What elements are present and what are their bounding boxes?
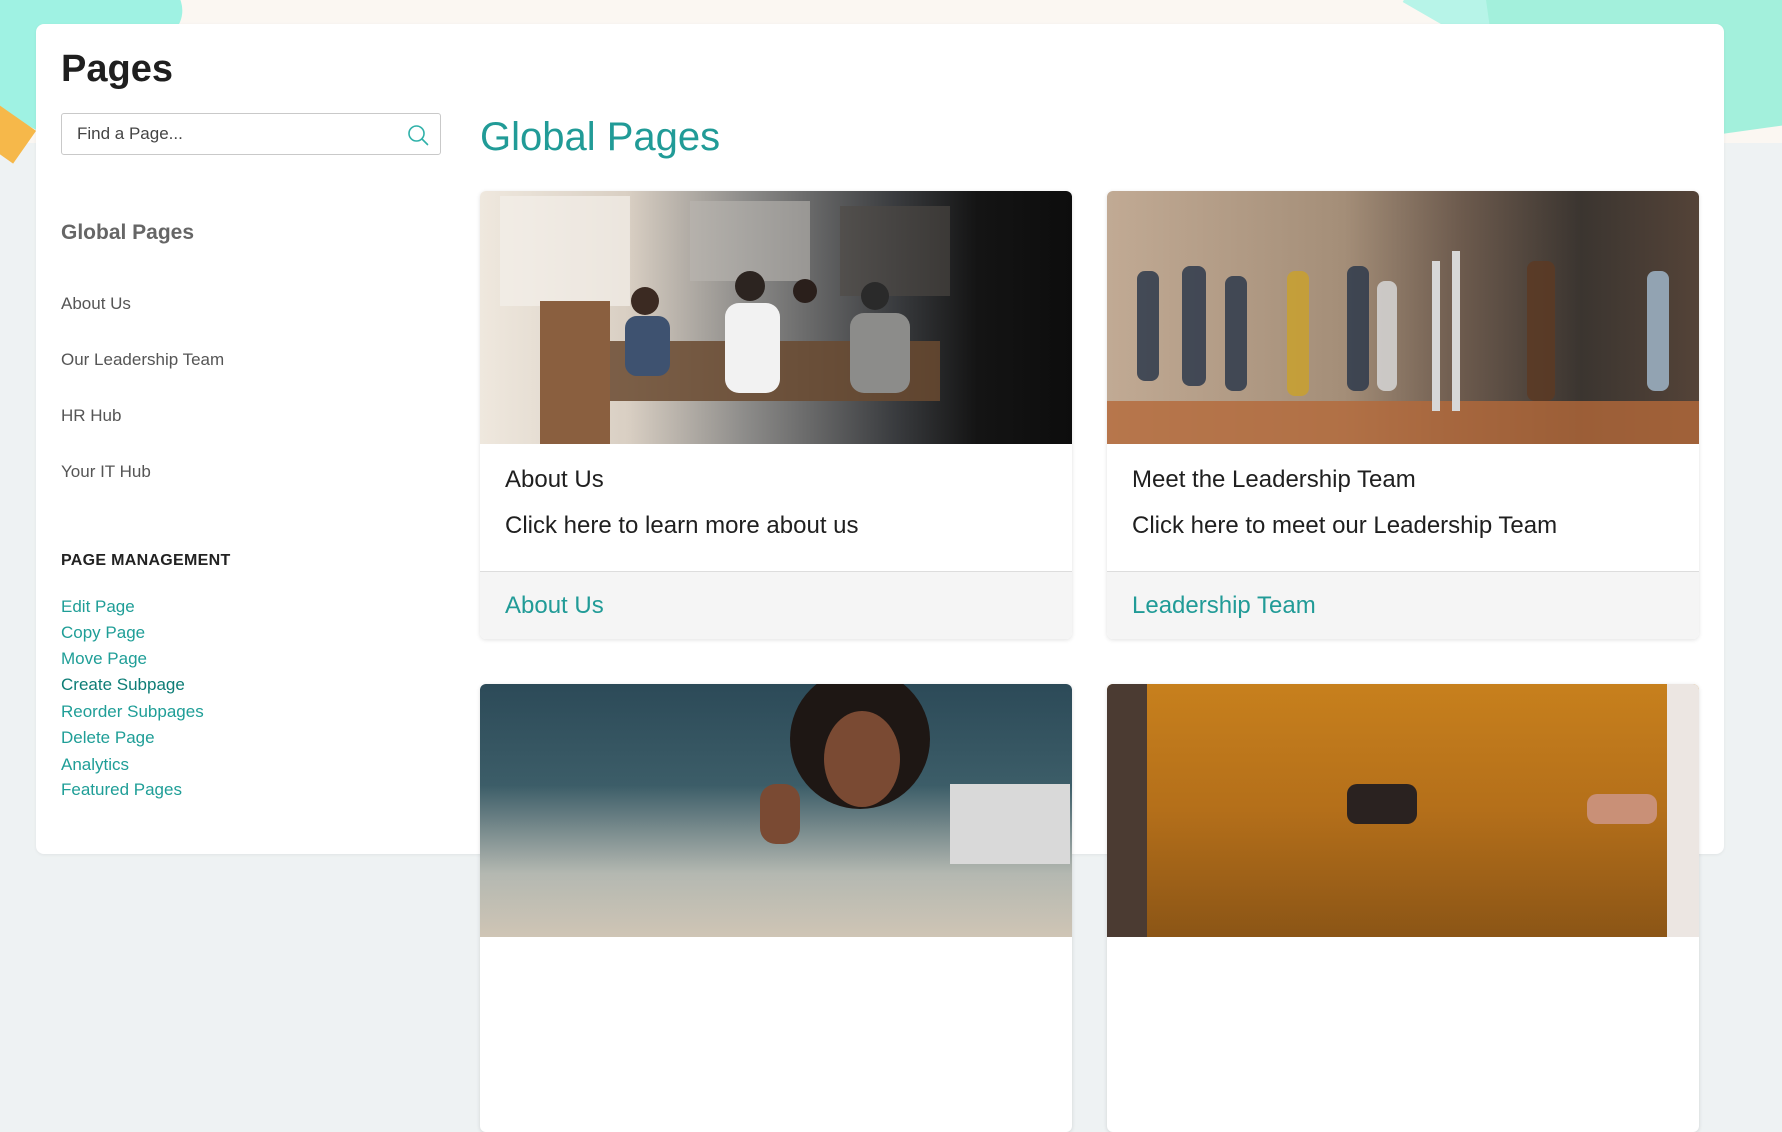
reorder-subpages-link[interactable]: Reorder Subpages — [61, 702, 204, 722]
create-subpage-link[interactable]: Create Subpage — [61, 675, 185, 695]
card-body: Meet the Leadership Team Click here to m… — [1107, 444, 1699, 572]
card-link-about-us[interactable]: About Us — [505, 572, 1047, 639]
card-description: Click here to learn more about us — [505, 512, 859, 539]
card-title: Meet the Leadership Team — [1132, 466, 1416, 493]
card-description: Click here to meet our Leadership Team — [1132, 512, 1558, 539]
card-footer: Leadership Team — [1107, 572, 1699, 639]
featured-pages-link[interactable]: Featured Pages — [61, 780, 182, 800]
delete-page-link[interactable]: Delete Page — [61, 728, 155, 748]
card-link-leadership-team[interactable]: Leadership Team — [1132, 572, 1674, 639]
sidebar-item-it-hub[interactable]: Your IT Hub — [61, 462, 151, 482]
page-card-leadership[interactable]: Meet the Leadership Team Click here to m… — [1107, 191, 1699, 639]
pages-panel: Pages Global Pages About Us Our Leadersh… — [36, 24, 1724, 1132]
page-search — [61, 113, 441, 155]
search-icon[interactable] — [407, 124, 429, 146]
card-image — [480, 684, 1072, 937]
card-image — [1107, 684, 1699, 937]
sidebar-item-hr-hub[interactable]: HR Hub — [61, 406, 121, 426]
card-footer: About Us — [480, 572, 1072, 639]
sweater-photo — [1107, 684, 1699, 937]
meeting-photo — [500, 196, 950, 444]
move-page-link[interactable]: Move Page — [61, 649, 147, 669]
search-input[interactable] — [62, 114, 397, 154]
card-image — [1107, 191, 1699, 444]
card-body: About Us Click here to learn more about … — [480, 444, 1072, 572]
edit-page-link[interactable]: Edit Page — [61, 597, 135, 617]
page-card[interactable] — [1107, 684, 1699, 1132]
analytics-link[interactable]: Analytics — [61, 755, 129, 775]
card-title: About Us — [505, 466, 604, 493]
woman-waving-photo — [760, 684, 1070, 864]
sidebar-item-leadership-team[interactable]: Our Leadership Team — [61, 350, 224, 370]
page-management-heading: PAGE MANAGEMENT — [61, 552, 231, 569]
page-card-about-us[interactable]: About Us Click here to learn more about … — [480, 191, 1072, 639]
section-title: Global Pages — [480, 115, 721, 159]
page-title: Pages — [61, 48, 173, 90]
sidebar-heading: Global Pages — [61, 221, 195, 244]
copy-page-link[interactable]: Copy Page — [61, 623, 145, 643]
office-photo — [1107, 251, 1699, 444]
sidebar-item-about-us[interactable]: About Us — [61, 294, 131, 314]
card-image — [480, 191, 1072, 444]
page-card[interactable] — [480, 684, 1072, 1132]
